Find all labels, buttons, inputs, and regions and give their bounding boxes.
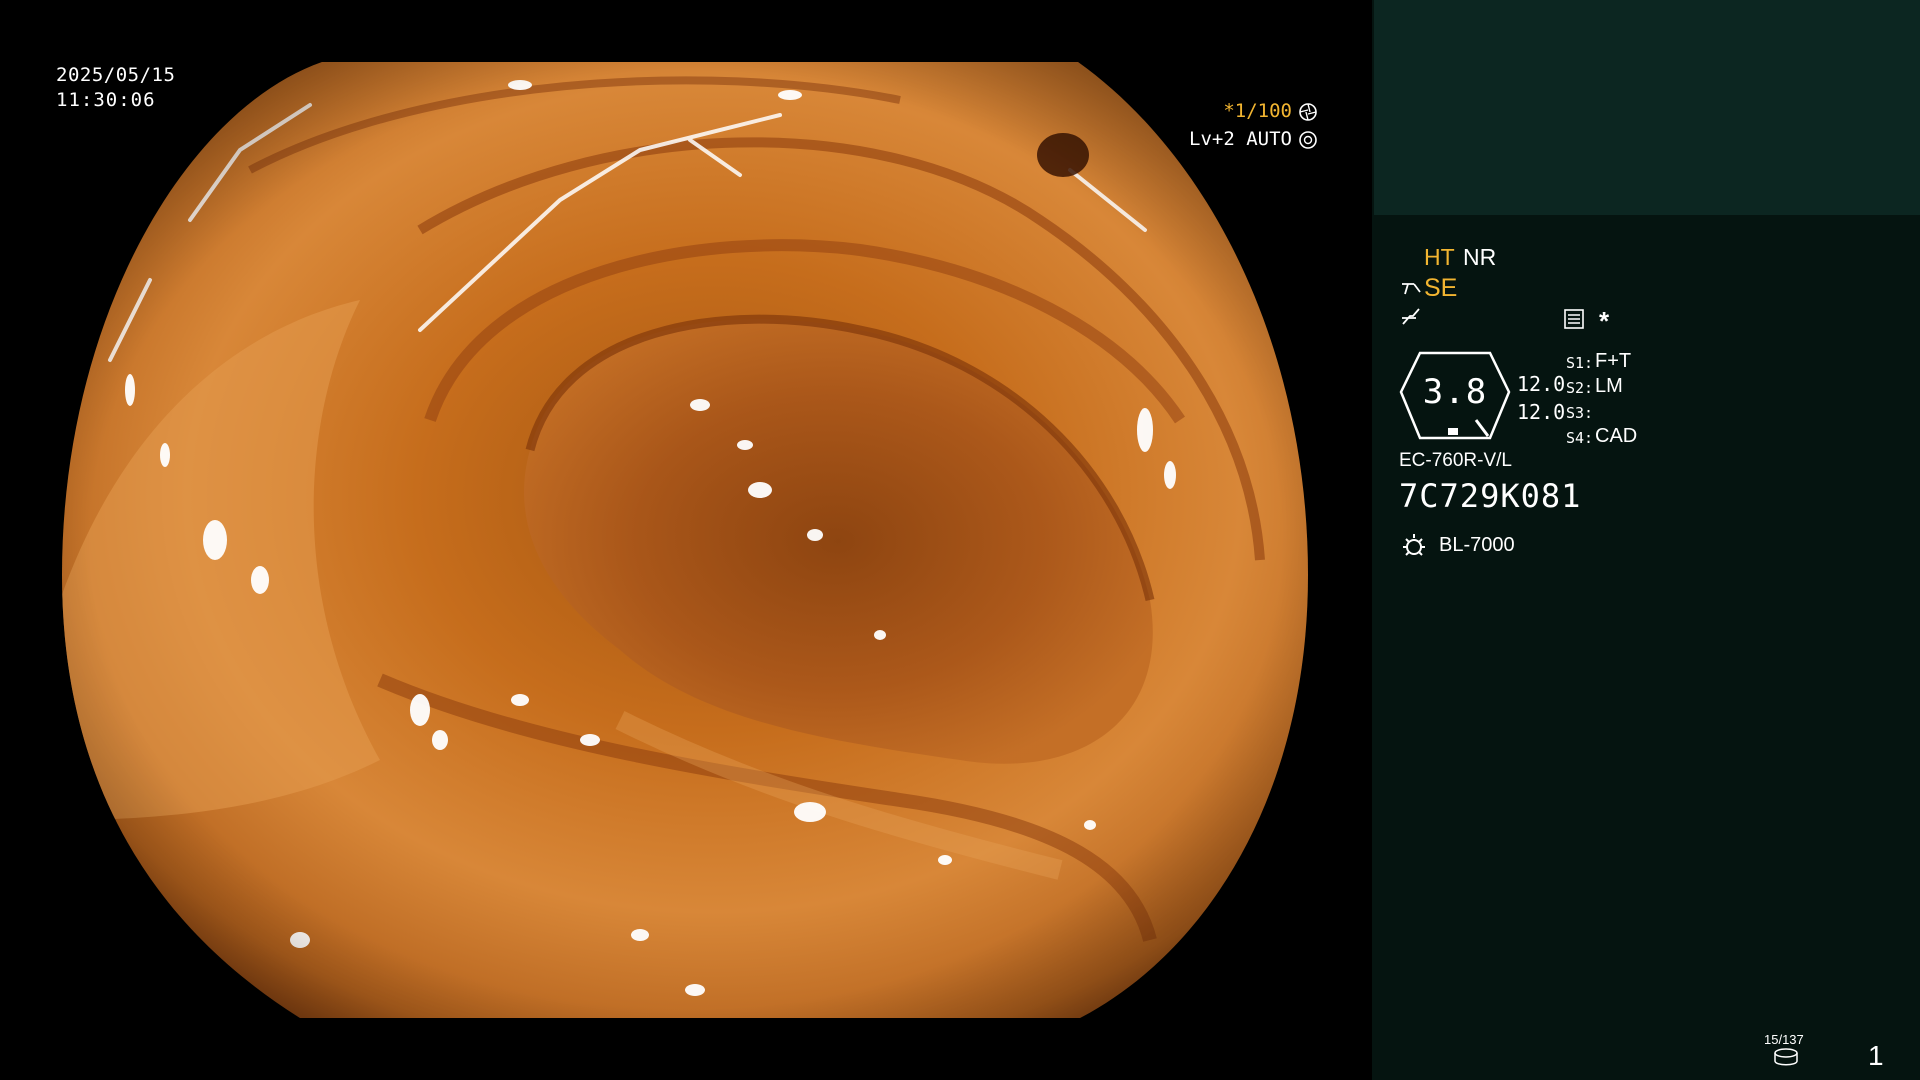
info-panel-header: [1374, 0, 1920, 215]
light-source-label: BL-7000: [1439, 534, 1515, 556]
page-number-label: 1: [1868, 1040, 1884, 1071]
s4-key: S4:: [1566, 429, 1594, 447]
value-bottom: 12.0: [1517, 400, 1566, 424]
auto-exposure-icon: [1299, 131, 1317, 149]
value-top: 12.0: [1517, 372, 1566, 396]
endoscopic-image: [62, 62, 1308, 1018]
s1-key: S1:: [1566, 354, 1594, 372]
mucosa-scene: [62, 62, 1308, 1018]
s1-value: F+T: [1595, 350, 1632, 372]
s3-key: S3:: [1566, 404, 1594, 422]
mode-nr-label: NR: [1463, 244, 1497, 270]
mode-ht-label: HT: [1424, 244, 1455, 270]
serial-number-label: 7C729K081: [1399, 477, 1582, 515]
mode-se-label: SE: [1424, 274, 1458, 302]
tone-curve-icon: [1402, 308, 1420, 325]
enhancement-icon: [1402, 283, 1421, 295]
shutter-speed-label: *1/100: [1223, 100, 1292, 122]
structure-star-label: *: [1599, 306, 1610, 336]
structure-enhancement-icon: [1564, 309, 1584, 329]
scope-model-label: EC-760R-V/L: [1399, 450, 1512, 471]
date-label: 2025/05/15: [56, 64, 176, 86]
zoom-value: 3.8: [1422, 372, 1488, 412]
storage-disk-icon: [1774, 1048, 1798, 1066]
light-source-icon: [1403, 534, 1425, 556]
s2-value: LM: [1595, 375, 1623, 397]
aperture-icon: [1299, 103, 1317, 121]
exposure-level-label: Lv+2 AUTO: [1189, 128, 1292, 150]
record-count-label: 15/137: [1764, 1032, 1804, 1047]
endoscope-view: 2025/05/15 11:30:06 *1/100 Lv+2 AUTO: [0, 0, 1372, 1080]
s2-key: S2:: [1566, 379, 1594, 397]
s4-value: CAD: [1595, 425, 1638, 447]
time-label: 11:30:06: [56, 89, 156, 111]
